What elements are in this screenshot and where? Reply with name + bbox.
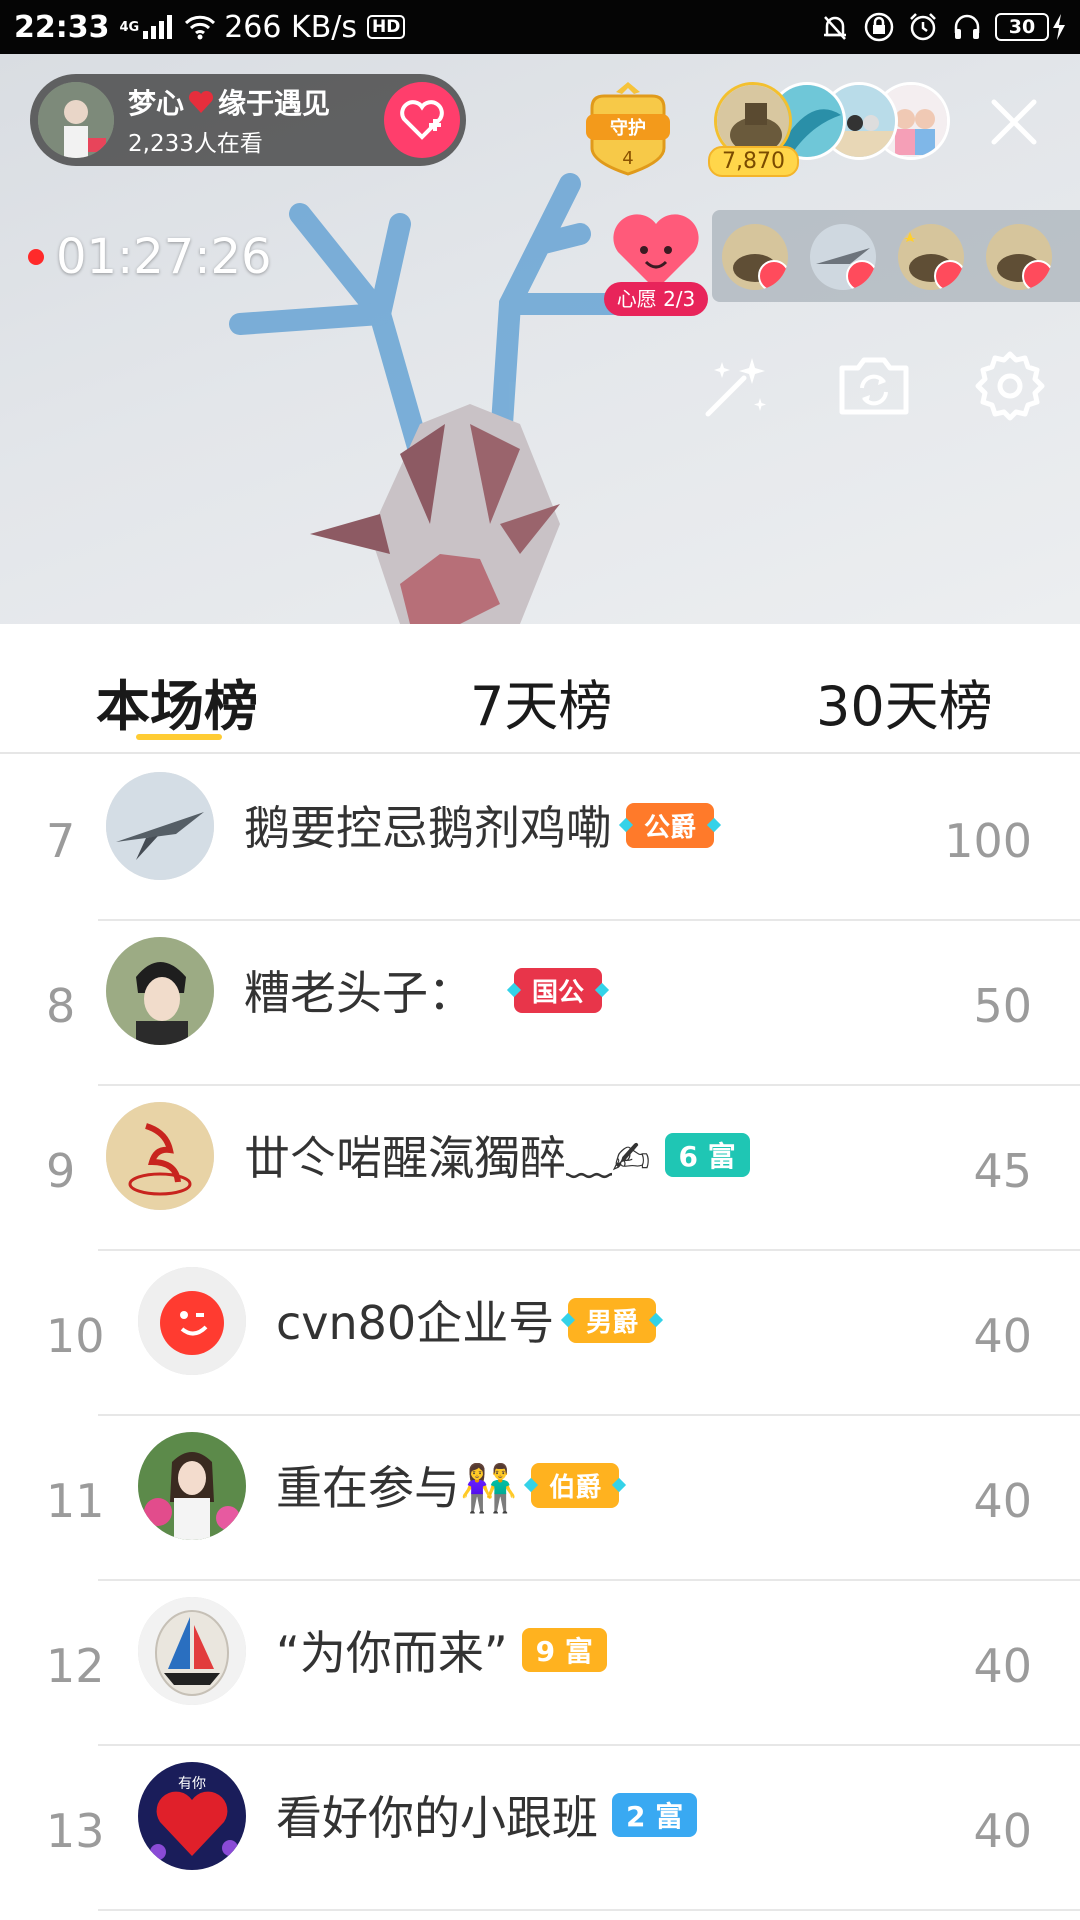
rich-level-badge: 9 富: [521, 1628, 607, 1672]
headphones-icon: [954, 14, 980, 39]
rich-level-badge: 2 富: [612, 1793, 698, 1837]
rank-number: 9: [46, 1144, 76, 1198]
camera-switch-icon: [839, 357, 909, 415]
user-name: “为你而来” 9 富: [276, 1617, 607, 1683]
live-video-area[interactable]: 梦心 缘于遇见 2,233人在看 守护 4 7,870 01:27:26 心愿 …: [0, 54, 1080, 624]
mute-bell-icon: [824, 16, 846, 40]
wish-progress-label: 心愿 2/3: [604, 282, 708, 316]
wifi-icon: [185, 15, 216, 40]
user-avatar[interactable]: [106, 772, 214, 880]
contribution-score: 40: [973, 1309, 1032, 1363]
heart-plus-icon: [400, 100, 444, 140]
user-name: 糟老头子： 国公: [244, 957, 603, 1023]
list-item[interactable]: 8 糟老头子： 国公 50: [0, 921, 1080, 1086]
list-item[interactable]: 13 有你 看好你的小跟班 2 富 40: [0, 1746, 1080, 1911]
host-avatar[interactable]: [38, 82, 114, 158]
alarm-icon: [910, 13, 936, 41]
contribution-score: 50: [973, 979, 1032, 1033]
gear-icon: [975, 351, 1045, 421]
avatar-caption: 有你: [178, 1776, 206, 1792]
ranking-list: 7 鹅要控忌鹅剂鸡嘞 公爵 100 8 糟老头子： 国公 50 9 丗仒啱醒滊獨…: [0, 756, 1080, 1911]
status-time: 22:33: [14, 9, 110, 45]
noble-badge: 男爵: [568, 1297, 657, 1343]
divider: [98, 1909, 1080, 1911]
user-name: 鹅要控忌鹅剂鸡嘞 公爵: [244, 792, 715, 858]
beauty-magic-button[interactable]: [698, 348, 774, 424]
host-info-pill[interactable]: 梦心 缘于遇见 2,233人在看: [30, 74, 466, 166]
network-type: 4G: [119, 19, 140, 35]
follow-button[interactable]: [384, 82, 460, 158]
noble-badge: 公爵: [626, 802, 715, 848]
battery-icon: 30: [995, 13, 1066, 41]
network-speed: 266 KB/s: [224, 9, 358, 45]
close-button[interactable]: [986, 94, 1042, 150]
live-duration: 01:27:26: [56, 229, 272, 285]
host-name: 梦心 缘于遇见: [128, 87, 331, 120]
rank-number: 12: [46, 1639, 105, 1693]
list-item[interactable]: 12 “为你而来” 9 富 40: [0, 1581, 1080, 1746]
viewer-count: 2,233人在看: [128, 131, 263, 157]
seat-avatar-1[interactable]: [722, 224, 788, 290]
guard-badge[interactable]: 守护 4: [582, 78, 674, 178]
close-icon: [991, 99, 1037, 145]
tab-30-days[interactable]: 30天榜: [816, 662, 993, 741]
live-timer: 01:27:26: [28, 229, 272, 285]
noble-badge: 伯爵: [531, 1462, 620, 1508]
guard-label: 守护: [610, 117, 646, 139]
cell-signal-icon: [143, 15, 173, 39]
list-item[interactable]: 7 鹅要控忌鹅剂鸡嘞 公爵 100: [0, 756, 1080, 921]
lock-rotation-icon: [864, 12, 894, 42]
guard-count: 4: [622, 148, 633, 169]
flip-camera-button[interactable]: [836, 348, 912, 424]
settings-button[interactable]: [972, 348, 1048, 424]
magic-wand-icon: [705, 358, 766, 417]
recording-dot-icon: [28, 249, 44, 265]
tab-this-show[interactable]: 本场榜: [96, 662, 258, 741]
user-name: 丗仒啱醒滊獨醉﹏✍ 6 富: [244, 1122, 750, 1188]
user-name: cvn80企业号 男爵: [276, 1287, 657, 1353]
rich-level-badge: 6 富: [664, 1133, 750, 1177]
contribution-score: 40: [973, 1639, 1032, 1693]
rank-number: 11: [46, 1474, 105, 1528]
noble-badge: 国公: [514, 967, 603, 1013]
user-name: 看好你的小跟班 2 富: [276, 1782, 698, 1848]
active-tab-indicator: [136, 734, 222, 740]
list-item[interactable]: 11 重在参与👫 伯爵 40: [0, 1416, 1080, 1581]
battery-level: 30: [995, 13, 1049, 41]
seat-strip[interactable]: [712, 210, 1080, 302]
list-item[interactable]: 9 丗仒啱醒滊獨醉﹏✍ 6 富 45: [0, 1086, 1080, 1251]
user-name: 重在参与👫 伯爵: [276, 1452, 620, 1518]
user-avatar[interactable]: [106, 937, 214, 1045]
rank-number: 10: [46, 1309, 105, 1363]
user-avatar[interactable]: [138, 1432, 246, 1540]
user-avatar[interactable]: 有你: [138, 1762, 246, 1870]
seat-avatar-3[interactable]: [898, 224, 964, 290]
rank-number: 13: [46, 1804, 105, 1858]
seat-avatar-4[interactable]: [986, 224, 1052, 290]
contribution-score: 40: [973, 1804, 1032, 1858]
user-avatar[interactable]: [106, 1102, 214, 1210]
seat-avatar-2[interactable]: [810, 224, 876, 290]
fan-contribution-count: 7,870: [708, 146, 799, 177]
tab-7-days[interactable]: 7天榜: [470, 662, 612, 741]
sofa-icon: [758, 260, 788, 290]
rank-number: 7: [46, 814, 76, 868]
sofa-icon: [1022, 260, 1052, 290]
user-avatar[interactable]: [138, 1267, 246, 1375]
top-fans-group[interactable]: 7,870: [708, 82, 954, 202]
contribution-score: 45: [973, 1144, 1032, 1198]
rank-number: 8: [46, 979, 76, 1033]
user-avatar[interactable]: [138, 1597, 246, 1705]
ranking-tabs: 本场榜 7天榜 30天榜: [0, 624, 1080, 754]
wish-widget[interactable]: 心愿 2/3: [604, 206, 708, 316]
contribution-score: 40: [973, 1474, 1032, 1528]
heart-icon: [188, 90, 214, 113]
status-bar: 22:33 4G 266 KB/s HD 30: [0, 0, 1080, 54]
list-item[interactable]: 10 cvn80企业号 男爵 40: [0, 1251, 1080, 1416]
contribution-score: 100: [944, 814, 1032, 868]
sofa-icon: [846, 260, 876, 290]
sofa-icon: [934, 260, 964, 290]
hd-icon: HD: [367, 15, 406, 39]
